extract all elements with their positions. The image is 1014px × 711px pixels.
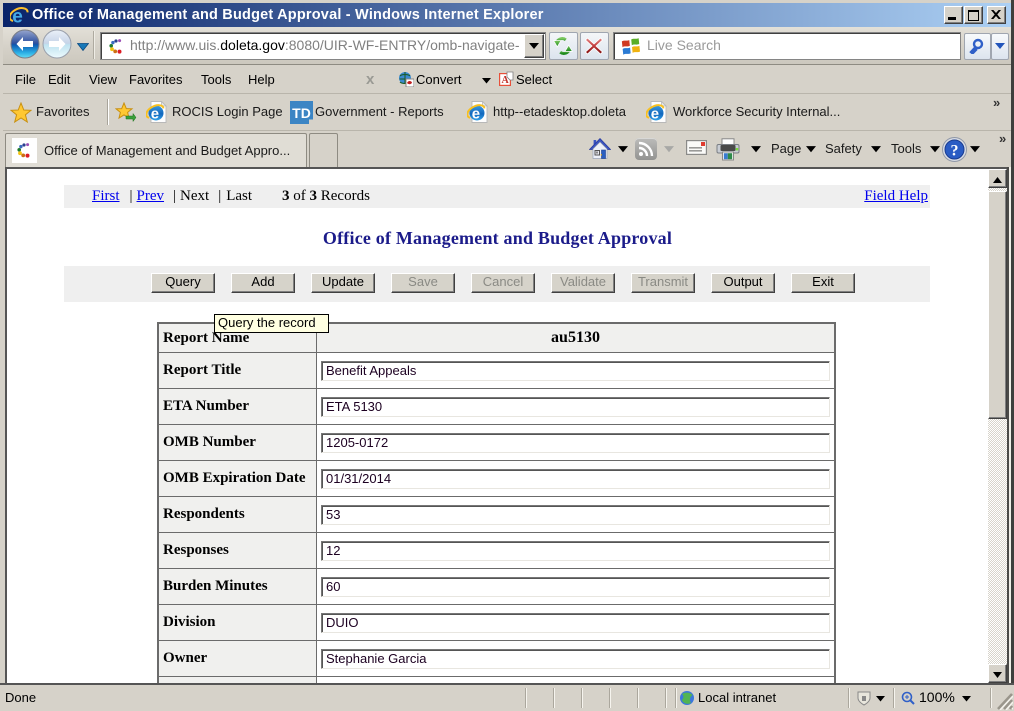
svg-text:TD: TD [292, 105, 311, 121]
svg-text:?: ? [951, 143, 959, 160]
